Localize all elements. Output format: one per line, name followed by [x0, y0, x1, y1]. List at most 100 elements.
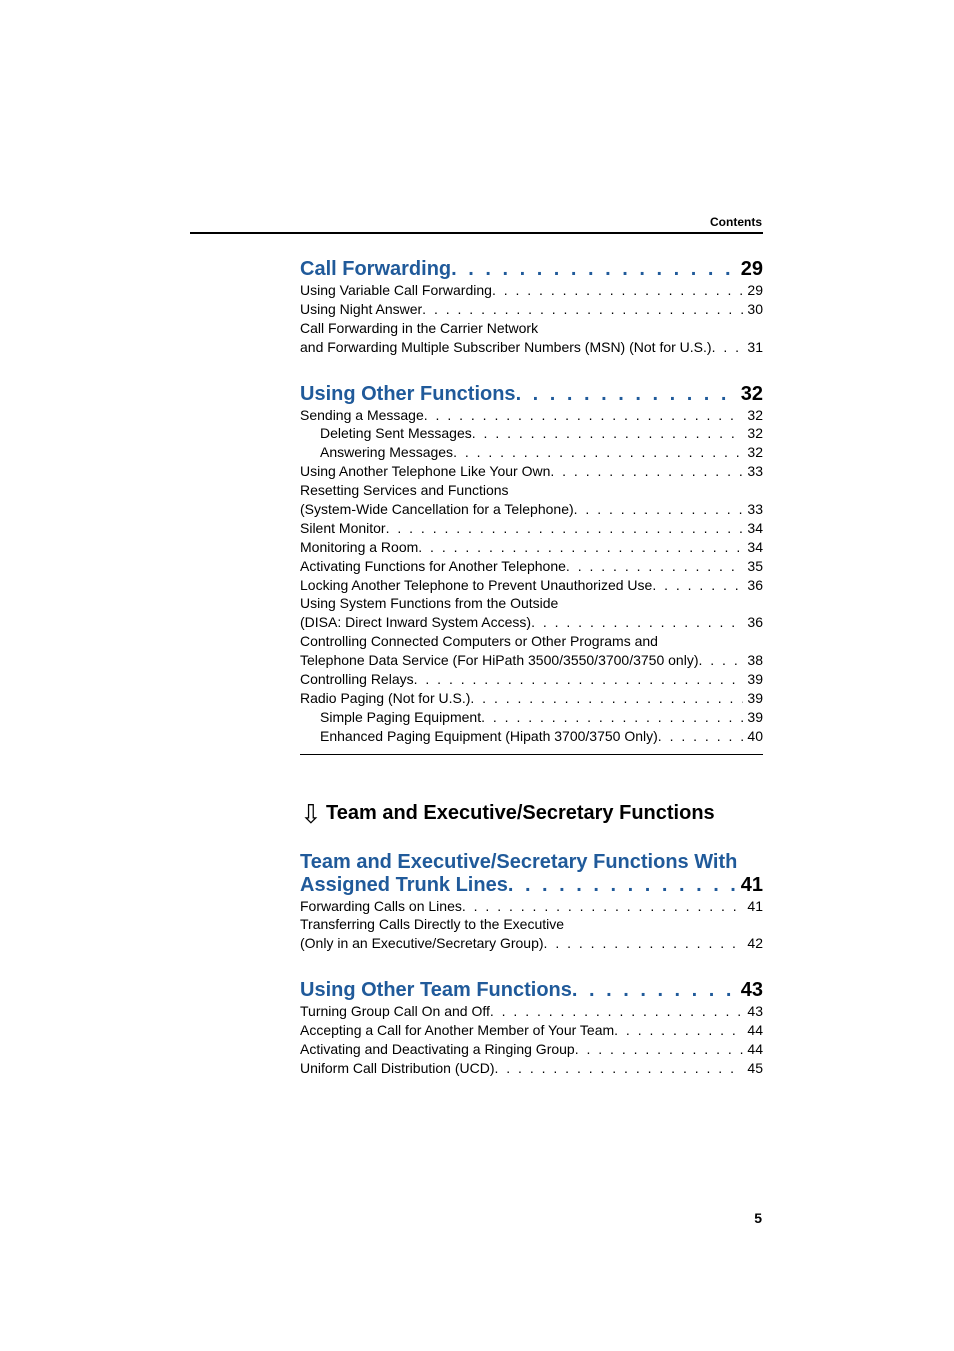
- entry-page: 31: [743, 338, 763, 357]
- entry-page: 33: [743, 462, 763, 481]
- entry-page: 32: [743, 406, 763, 425]
- entry-page: 29: [743, 281, 763, 300]
- entry-page: 36: [743, 613, 763, 632]
- entry-page: 45: [743, 1059, 763, 1078]
- leader-dots: . . . . . . . . . . . . . . . . . . . . …: [712, 338, 744, 357]
- leader-dots: . . . . . . . . . . . . . . . . . . . . …: [516, 383, 737, 406]
- entry-title: Answering Messages: [320, 443, 453, 462]
- entry-page: 44: [743, 1021, 763, 1040]
- toc-entry[interactable]: Monitoring a Room . . . . . . . . . . . …: [300, 538, 763, 557]
- toc-entry[interactable]: Deleting Sent Messages . . . . . . . . .…: [300, 424, 763, 443]
- entry-title: Activating Functions for Another Telepho…: [300, 557, 566, 576]
- toc-entry[interactable]: Radio Paging (Not for U.S.) . . . . . . …: [300, 689, 763, 708]
- entry-title: Sending a Message: [300, 406, 424, 425]
- toc-entry[interactable]: Silent Monitor . . . . . . . . . . . . .…: [300, 519, 763, 538]
- entry-page: 35: [743, 557, 763, 576]
- section-title-line1: Team and Executive/Secretary Functions W…: [300, 851, 763, 874]
- entry-title: Monitoring a Room: [300, 538, 418, 557]
- section-page: 29: [737, 258, 763, 281]
- leader-dots: . . . . . . . . . . . . . . . . . . . . …: [614, 1021, 743, 1040]
- toc-entry[interactable]: Using Another Telephone Like Your Own . …: [300, 462, 763, 481]
- toc-entry[interactable]: Sending a Message . . . . . . . . . . . …: [300, 406, 763, 425]
- entry-title: Deleting Sent Messages: [320, 424, 472, 443]
- leader-dots: . . . . . . . . . . . . . . . . . . . . …: [566, 557, 744, 576]
- toc-entry[interactable]: Using System Functions from the Outside …: [300, 594, 763, 632]
- toc-entry[interactable]: Turning Group Call On and Off . . . . . …: [300, 1002, 763, 1021]
- leader-dots: . . . . . . . . . . . . . . . . . . . . …: [652, 576, 743, 595]
- entry-title: Forwarding Calls on Lines: [300, 897, 462, 916]
- leader-dots: . . . . . . . . . . . . . . . . . . . . …: [386, 519, 744, 538]
- section-title: Using Other Functions: [300, 383, 516, 406]
- leader-dots: . . . . . . . . . . . . . . . . . . . . …: [472, 424, 744, 443]
- divider: [300, 754, 763, 755]
- header-label: Contents: [710, 215, 762, 229]
- toc-entry[interactable]: Answering Messages . . . . . . . . . . .…: [300, 443, 763, 462]
- section-heading-other-functions[interactable]: Using Other Functions . . . . . . . . . …: [300, 383, 763, 406]
- leader-dots: . . . . . . . . . . . . . . . . . . . . …: [422, 300, 743, 319]
- arrow-down-icon: ⇩: [300, 801, 326, 827]
- toc-entry[interactable]: Transferring Calls Directly to the Execu…: [300, 915, 763, 953]
- leader-dots: . . . . . . . . . . . . . . . . . . . . …: [698, 651, 743, 670]
- toc-entry[interactable]: Activating Functions for Another Telepho…: [300, 557, 763, 576]
- entry-title-line2: and Forwarding Multiple Subscriber Numbe…: [300, 338, 712, 357]
- entry-title: Controlling Relays: [300, 670, 414, 689]
- toc-entry[interactable]: Activating and Deactivating a Ringing Gr…: [300, 1040, 763, 1059]
- section-heading-call-forwarding[interactable]: Call Forwarding . . . . . . . . . . . . …: [300, 258, 763, 281]
- entry-title: Silent Monitor: [300, 519, 386, 538]
- leader-dots: . . . . . . . . . . . . . . . . . . . . …: [414, 670, 744, 689]
- leader-dots: . . . . . . . . . . . . . . . . . . . . …: [453, 443, 743, 462]
- entry-title-line1: Transferring Calls Directly to the Execu…: [300, 915, 564, 934]
- section-title: Call Forwarding: [300, 258, 451, 281]
- entry-title: Locking Another Telephone to Prevent Una…: [300, 576, 652, 595]
- entry-page: 34: [743, 538, 763, 557]
- entry-page: 39: [743, 708, 763, 727]
- entry-title: Using Variable Call Forwarding: [300, 281, 492, 300]
- toc-entry[interactable]: Using Night Answer . . . . . . . . . . .…: [300, 300, 763, 319]
- section-title-line2: Assigned Trunk Lines: [300, 874, 508, 897]
- entry-title: Enhanced Paging Equipment (Hipath 3700/3…: [320, 727, 658, 746]
- entry-title-line2: (DISA: Direct Inward System Access): [300, 613, 531, 632]
- toc-entry[interactable]: Locking Another Telephone to Prevent Una…: [300, 576, 763, 595]
- section-heading-other-team[interactable]: Using Other Team Functions . . . . . . .…: [300, 979, 763, 1002]
- toc-entry[interactable]: Controlling Relays . . . . . . . . . . .…: [300, 670, 763, 689]
- entry-title: Radio Paging (Not for U.S.): [300, 689, 470, 708]
- entry-title: Accepting a Call for Another Member of Y…: [300, 1021, 614, 1040]
- entry-title: Using Night Answer: [300, 300, 422, 319]
- leader-dots: . . . . . . . . . . . . . . . . . . . . …: [424, 406, 744, 425]
- section-heading-team-exec-lines[interactable]: Team and Executive/Secretary Functions W…: [300, 851, 763, 897]
- entry-page: 32: [743, 443, 763, 462]
- leader-dots: . . . . . . . . . . . . . . . . . . . . …: [531, 613, 743, 632]
- entry-title-line2: (System-Wide Cancellation for a Telephon…: [300, 500, 574, 519]
- leader-dots: . . . . . . . . . . . . . . . . . . . . …: [550, 462, 743, 481]
- entry-page: 43: [743, 1002, 763, 1021]
- leader-dots: . . . . . . . . . . . . . . . . . . . . …: [494, 1059, 743, 1078]
- entry-page: 39: [743, 689, 763, 708]
- entry-page: 38: [743, 651, 763, 670]
- toc-entry[interactable]: Forwarding Calls on Lines . . . . . . . …: [300, 897, 763, 916]
- toc-entry[interactable]: Controlling Connected Computers or Other…: [300, 632, 763, 670]
- chapter-heading-team-exec: ⇩ Team and Executive/Secretary Functions: [300, 797, 763, 825]
- entry-page: 42: [743, 934, 763, 953]
- toc-entry[interactable]: Call Forwarding in the Carrier Network a…: [300, 319, 763, 357]
- toc-entry[interactable]: Using Variable Call Forwarding . . . . .…: [300, 281, 763, 300]
- leader-dots: . . . . . . . . . . . . . . . . . . . . …: [481, 708, 743, 727]
- toc-entry[interactable]: Uniform Call Distribution (UCD) . . . . …: [300, 1059, 763, 1078]
- toc-entry[interactable]: Accepting a Call for Another Member of Y…: [300, 1021, 763, 1040]
- toc-entry[interactable]: Simple Paging Equipment . . . . . . . . …: [300, 708, 763, 727]
- leader-dots: . . . . . . . . . . . . . . . . . . . . …: [470, 689, 743, 708]
- leader-dots: . . . . . . . . . . . . . . . . . . . . …: [462, 897, 744, 916]
- toc-entry[interactable]: Enhanced Paging Equipment (Hipath 3700/3…: [300, 727, 763, 746]
- entry-page: 34: [743, 519, 763, 538]
- leader-dots: . . . . . . . . . . . . . . . . . . . . …: [572, 979, 737, 1002]
- entry-page: 41: [743, 897, 763, 916]
- entry-page: 36: [743, 576, 763, 595]
- entry-title-line2: Telephone Data Service (For HiPath 3500/…: [300, 651, 698, 670]
- leader-dots: . . . . . . . . . . . . . . . . . . . . …: [658, 727, 744, 746]
- leader-dots: . . . . . . . . . . . . . . . . . . . . …: [490, 1002, 744, 1021]
- entry-page: 32: [743, 424, 763, 443]
- section-page: 43: [737, 979, 763, 1002]
- page-number: 5: [754, 1210, 762, 1226]
- toc-entry[interactable]: Resetting Services and Functions (System…: [300, 481, 763, 519]
- entry-page: 44: [743, 1040, 763, 1059]
- section-title: Using Other Team Functions: [300, 979, 572, 1002]
